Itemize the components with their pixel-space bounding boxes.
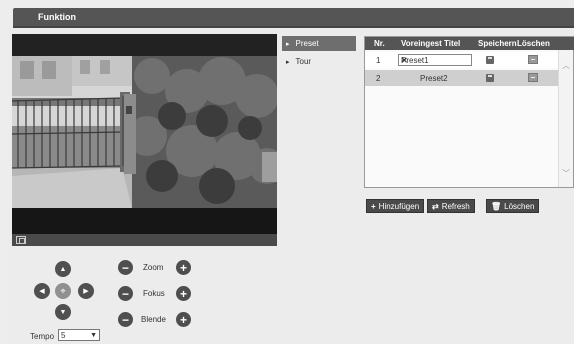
add-preset-button[interactable]: + Hinzufügen bbox=[366, 199, 425, 213]
table-row[interactable]: 2 Preset2 bbox=[365, 70, 558, 86]
iris-minus-button[interactable]: − bbox=[118, 312, 133, 327]
delete-label: Löschen bbox=[504, 201, 535, 211]
iris-plus-button[interactable]: + bbox=[176, 312, 191, 327]
row-number: 2 bbox=[376, 74, 381, 83]
focus-minus-button[interactable]: − bbox=[118, 286, 133, 301]
tab-funktion[interactable]: Funktion bbox=[13, 8, 101, 26]
trash-icon: 🗑 bbox=[491, 201, 502, 211]
column-header-nr: Nr. bbox=[374, 39, 385, 48]
zoom-in-button[interactable]: + bbox=[176, 260, 191, 275]
save-icon[interactable] bbox=[486, 56, 494, 64]
preset-title-input[interactable]: Preset1 ✕ bbox=[398, 54, 472, 66]
plus-icon: + bbox=[371, 201, 376, 211]
tempo-value: 5 bbox=[61, 330, 66, 340]
chevron-right-icon: ▸ bbox=[286, 58, 290, 66]
top-bar-stripe bbox=[100, 8, 574, 26]
clear-icon[interactable]: ✕ bbox=[401, 56, 411, 65]
column-header-save: Speichern bbox=[478, 39, 517, 48]
chevron-right-icon: ▸ bbox=[286, 40, 290, 48]
zoom-out-button[interactable]: − bbox=[118, 260, 133, 275]
row-number: 1 bbox=[376, 56, 381, 65]
zoom-label: Zoom bbox=[143, 263, 164, 272]
table-header: Nr. Voreingest Titel Speichern Löschen bbox=[365, 37, 574, 50]
camera-feed bbox=[12, 56, 277, 208]
refresh-label: Refresh bbox=[441, 201, 470, 211]
save-icon[interactable] bbox=[486, 74, 494, 82]
tempo-label: Tempo bbox=[30, 332, 55, 341]
menu-item-label: Preset bbox=[295, 39, 319, 48]
fullscreen-icon[interactable] bbox=[16, 236, 26, 244]
menu-item-preset[interactable]: ▸ Preset bbox=[282, 36, 356, 51]
delete-button[interactable]: 🗑 Löschen bbox=[486, 199, 540, 213]
tempo-select[interactable]: 5 ▼ bbox=[58, 329, 100, 341]
menu-item-label: Tour bbox=[295, 57, 312, 66]
column-header-title: Voreingest Titel bbox=[401, 39, 461, 48]
table-row[interactable]: 1 Preset1 ✕ bbox=[365, 52, 558, 68]
iris-label: Blende bbox=[141, 315, 166, 324]
focus-plus-button[interactable]: + bbox=[176, 286, 191, 301]
chevron-up-icon[interactable]: ︿ bbox=[562, 60, 570, 71]
video-top-bar bbox=[12, 34, 277, 56]
add-preset-label: Hinzufügen bbox=[378, 201, 420, 211]
menu-item-tour[interactable]: ▸ Tour bbox=[282, 54, 356, 69]
chevron-down-icon[interactable]: ﹀ bbox=[562, 168, 570, 179]
chevron-down-icon: ▼ bbox=[90, 331, 97, 339]
focus-label: Fokus bbox=[143, 289, 165, 298]
preset-table: Nr. Voreingest Titel Speichern Löschen 1… bbox=[364, 36, 574, 188]
preset-title: Preset2 bbox=[420, 74, 448, 83]
video-toolbar bbox=[12, 234, 277, 246]
pan-down-button[interactable]: ▼ bbox=[55, 304, 71, 320]
delete-icon[interactable] bbox=[528, 55, 538, 64]
column-header-delete: Löschen bbox=[517, 39, 550, 48]
refresh-icon: ⇄ bbox=[432, 201, 439, 211]
pan-right-button[interactable]: ▶ bbox=[78, 283, 94, 299]
top-bar: Funktion bbox=[0, 0, 574, 26]
pan-left-button[interactable]: ◀ bbox=[34, 283, 50, 299]
camera-scene-image bbox=[12, 56, 277, 208]
video-bottom-bar bbox=[12, 208, 277, 234]
delete-icon[interactable] bbox=[528, 73, 538, 82]
ptz-center-button[interactable]: ⌖ bbox=[55, 283, 71, 299]
table-scrollbar[interactable]: ︿ ﹀ bbox=[558, 50, 573, 187]
refresh-button[interactable]: ⇄ Refresh bbox=[427, 199, 475, 213]
pan-up-button[interactable]: ▲ bbox=[55, 261, 71, 277]
